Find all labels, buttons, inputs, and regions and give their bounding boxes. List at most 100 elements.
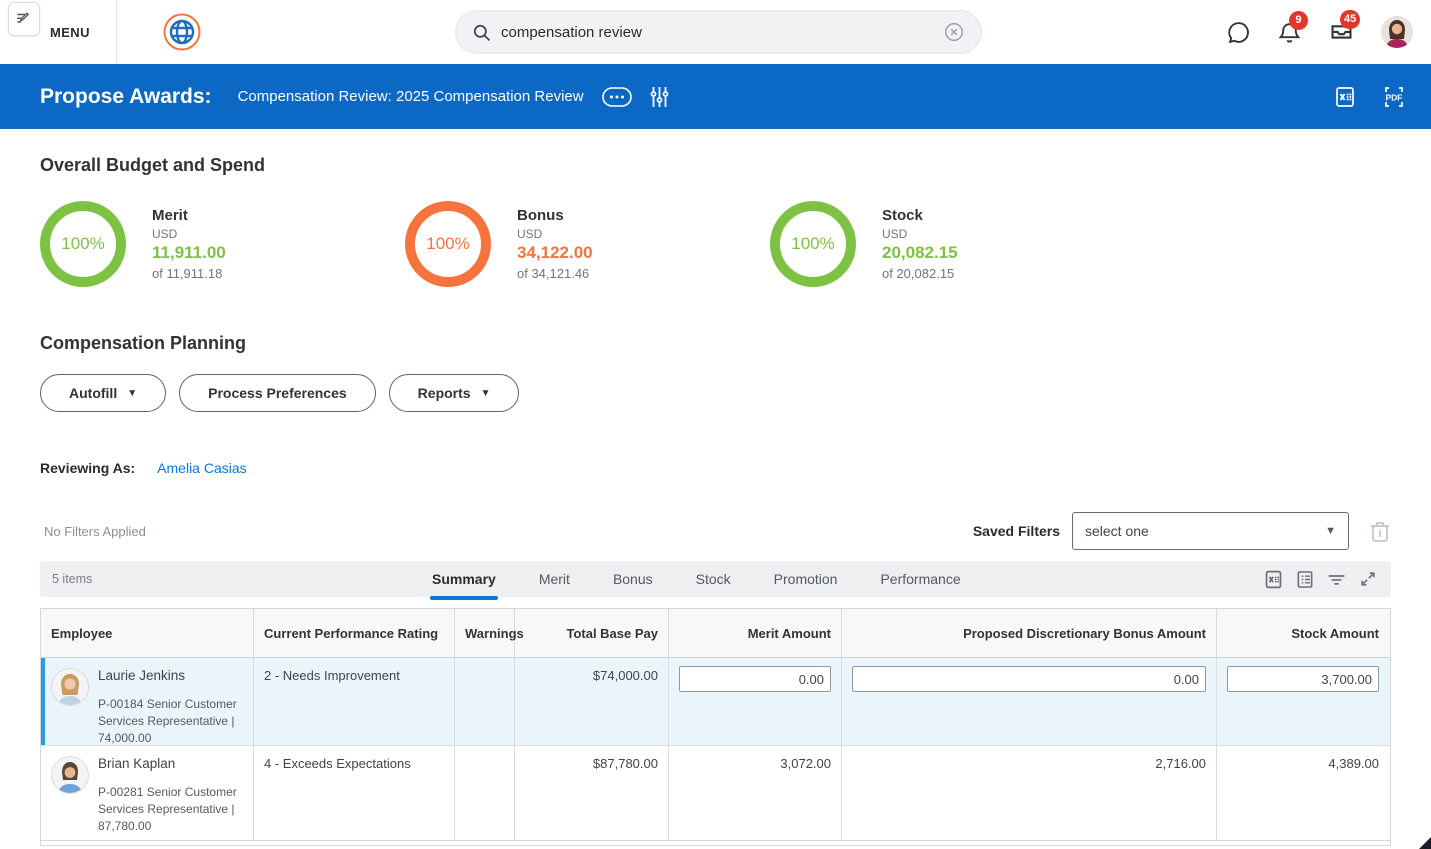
budget-section-title: Overall Budget and Spend: [40, 155, 1391, 176]
menu-button[interactable]: MENU: [50, 25, 90, 40]
page-title: Propose Awards:: [40, 85, 212, 109]
excel-export-icon: [1263, 569, 1284, 590]
clear-search-icon[interactable]: [943, 21, 965, 43]
top-bar: MENU: [0, 0, 1431, 64]
tab-summary[interactable]: Summary: [430, 562, 498, 596]
budget-card-merit: 100% Merit USD 11,911.00 of 11,911.18: [40, 201, 405, 287]
delete-filter-button[interactable]: [1369, 519, 1391, 543]
bonus-currency: USD: [517, 227, 593, 241]
budget-card-stock: 100% Stock USD 20,082.15 of 20,082.15: [770, 201, 1135, 287]
compose-button[interactable]: [8, 2, 40, 36]
inbox-button[interactable]: 45: [1328, 19, 1355, 46]
column-header-stock[interactable]: Stock Amount: [1217, 609, 1389, 657]
filter-button[interactable]: [1325, 568, 1348, 591]
tab-stock[interactable]: Stock: [694, 562, 733, 596]
employee-position: P-00184 Senior Customer Services Represe…: [98, 696, 240, 747]
employee-position: P-00281 Senior Customer Services Represe…: [98, 784, 240, 835]
grid-toolbar: 5 items Summary Merit Bonus Stock Promot…: [40, 561, 1391, 597]
topbar-divider: [116, 0, 117, 64]
chevron-down-icon: ▼: [1325, 525, 1336, 537]
merit-label: Merit: [152, 207, 226, 224]
no-filters-label: No Filters Applied: [40, 524, 146, 539]
grid-tabs: Summary Merit Bonus Stock Promotion Perf…: [430, 562, 963, 596]
budget-card-bonus: 100% Bonus USD 34,122.00 of 34,121.46: [405, 201, 770, 287]
bonus-amount-cell: 2,716.00: [842, 746, 1217, 840]
bonus-donut-chart: 100%: [405, 201, 491, 287]
grid-view-icon: [1295, 569, 1315, 590]
profile-avatar[interactable]: [1381, 16, 1413, 48]
ellipsis-actions-icon: [602, 87, 632, 107]
tab-bonus[interactable]: Bonus: [611, 562, 655, 596]
items-count: 5 items: [52, 572, 92, 586]
stock-currency: USD: [882, 227, 958, 241]
trash-icon: [1369, 519, 1391, 543]
search-bar[interactable]: [455, 10, 982, 54]
grid-view-button[interactable]: [1294, 568, 1316, 591]
search-icon: [472, 23, 491, 42]
chevron-down-icon: ▼: [127, 388, 137, 399]
table-header-row: Employee Current Performance Rating Warn…: [41, 609, 1390, 658]
configure-button[interactable]: [650, 86, 669, 108]
column-header-bonus[interactable]: Proposed Discretionary Bonus Amount: [842, 609, 1217, 657]
reports-button[interactable]: Reports ▼: [389, 374, 520, 412]
chevron-down-icon: ▼: [481, 388, 491, 399]
expand-button[interactable]: [1357, 568, 1379, 590]
column-header-employee[interactable]: Employee: [41, 609, 254, 657]
stock-amount-input[interactable]: [1227, 666, 1379, 692]
configure-icon: [650, 86, 669, 108]
related-actions-button[interactable]: [602, 87, 632, 107]
column-header-merit[interactable]: Merit Amount: [669, 609, 842, 657]
merit-amount-input[interactable]: [679, 666, 831, 692]
notifications-badge: 9: [1289, 11, 1308, 30]
mouse-cursor: [1417, 837, 1431, 849]
pdf-export-icon: PDF: [1381, 85, 1407, 109]
budget-cards: 100% Merit USD 11,911.00 of 11,911.18 10…: [40, 201, 1391, 287]
tab-merit[interactable]: Merit: [537, 562, 572, 596]
bonus-percent: 100%: [426, 234, 469, 254]
process-preferences-button[interactable]: Process Preferences: [179, 374, 376, 412]
process-preferences-button-label: Process Preferences: [208, 385, 347, 401]
table-row: Brian Kaplan P-00281 Senior Customer Ser…: [41, 745, 1390, 840]
bonus-amount-input[interactable]: [852, 666, 1206, 692]
filter-icon: [1326, 569, 1347, 590]
stock-label: Stock: [882, 207, 958, 224]
export-excel-button[interactable]: [1333, 85, 1357, 109]
column-header-rating[interactable]: Current Performance Rating: [254, 609, 455, 657]
autofill-button[interactable]: Autofill ▼: [40, 374, 166, 412]
tab-promotion[interactable]: Promotion: [772, 562, 840, 596]
merit-donut-chart: 100%: [40, 201, 126, 287]
page-subtitle: Compensation Review: 2025 Compensation R…: [238, 88, 584, 105]
stock-amount-cell: 4,389.00: [1217, 746, 1389, 840]
page-header: Propose Awards: Compensation Review: 202…: [0, 64, 1431, 129]
stock-donut-chart: 100%: [770, 201, 856, 287]
table-row: Laurie Jenkins P-00184 Senior Customer S…: [41, 658, 1390, 745]
saved-filters-select[interactable]: select one ▼: [1072, 512, 1349, 550]
svg-text:PDF: PDF: [1386, 92, 1403, 102]
employee-avatar: [51, 756, 89, 794]
chat-button[interactable]: [1226, 20, 1251, 45]
compensation-table: Employee Current Performance Rating Warn…: [40, 608, 1391, 846]
tab-performance[interactable]: Performance: [878, 562, 962, 596]
column-header-warnings[interactable]: Warnings: [455, 609, 515, 657]
base-pay-cell: $87,780.00: [515, 746, 669, 840]
planning-section-title: Compensation Planning: [40, 333, 1391, 354]
employee-name: Brian Kaplan: [98, 756, 240, 771]
globe-logo[interactable]: [163, 13, 201, 51]
expand-icon: [1358, 569, 1378, 589]
compose-icon: [15, 10, 33, 28]
excel-export-icon: [1333, 85, 1357, 109]
export-pdf-button[interactable]: PDF: [1381, 85, 1407, 109]
merit-of-total: of 11,911.18: [152, 266, 226, 281]
merit-percent: 100%: [61, 234, 104, 254]
merit-currency: USD: [152, 227, 226, 241]
column-header-base-pay[interactable]: Total Base Pay: [515, 609, 669, 657]
search-input[interactable]: [501, 24, 943, 41]
employee-name: Laurie Jenkins: [98, 668, 240, 683]
bonus-label: Bonus: [517, 207, 593, 224]
bonus-of-total: of 34,121.46: [517, 266, 593, 281]
stock-of-total: of 20,082.15: [882, 266, 958, 281]
partial-next-row: [41, 840, 1390, 845]
grid-export-excel-button[interactable]: [1262, 568, 1285, 591]
notifications-button[interactable]: 9: [1277, 20, 1302, 45]
reviewing-as-link[interactable]: Amelia Casias: [157, 460, 246, 476]
